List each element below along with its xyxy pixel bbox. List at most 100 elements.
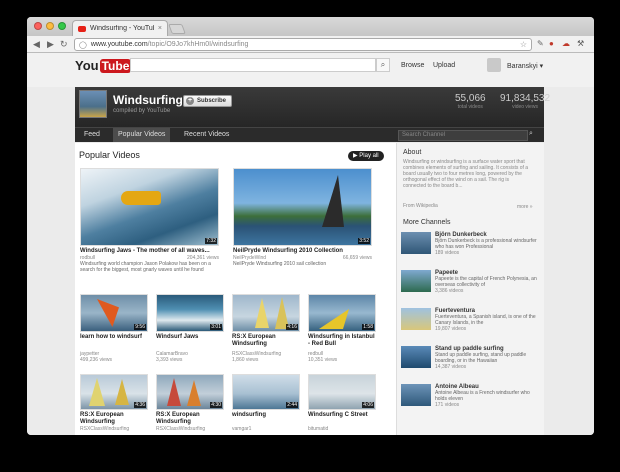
video-title[interactable]: RS:X European Windsurfing (232, 334, 300, 348)
user-menu[interactable]: Baranskyi ▾ (507, 62, 543, 70)
extension-puzzle-icon[interactable]: ✎ (537, 39, 544, 48)
channel-video-count: 14,387 videos (435, 364, 467, 370)
pinterest-icon[interactable]: ● (549, 39, 554, 48)
browse-link[interactable]: Browse (401, 62, 424, 69)
channel-item[interactable]: Björn Dunkerbeck Björn Dunkerbeck is a pr… (401, 232, 541, 266)
bookmark-star-icon[interactable]: ☆ (520, 40, 527, 49)
close-tab-icon[interactable]: × (158, 25, 162, 32)
channel-search-input[interactable]: Search Channel (398, 130, 528, 141)
video-title[interactable]: Windsurfing C Street (308, 412, 376, 419)
tab-recent-videos[interactable]: Recent Videos (179, 128, 234, 142)
wrench-icon[interactable]: ⚒ (577, 39, 584, 48)
tab-popular-videos[interactable]: Popular Videos (113, 128, 171, 142)
upload-link[interactable]: Upload (433, 62, 455, 69)
video-title[interactable]: RS:X European Windsurfing (80, 412, 148, 426)
video-views-stat: 91,834,532 video views (500, 93, 550, 110)
video-thumbnail[interactable]: 7:32 (80, 168, 219, 246)
video-thumbnail[interactable]: 4:06 (308, 374, 376, 410)
cloud-icon[interactable]: ☁ (562, 39, 570, 48)
close-window-button[interactable] (34, 22, 42, 30)
video-thumbnail[interactable]: 4:30 (156, 374, 224, 410)
video-duration: 7:32 (205, 238, 217, 244)
channel-thumbnail[interactable] (401, 384, 431, 406)
maximize-window-button[interactable] (58, 22, 66, 30)
sail-shape (97, 299, 119, 327)
video-duration: 9:56 (134, 324, 146, 330)
sail-shape (319, 309, 349, 329)
channel-item[interactable]: Papeete Papeete is the capital of French … (401, 270, 541, 304)
total-videos-count: 55,066 (455, 93, 486, 104)
video-title[interactable]: Windsurfing in Istanbul - Red Bull (308, 334, 376, 348)
minimize-window-button[interactable] (46, 22, 54, 30)
video-item[interactable]: 1:58 Windsurfing in Istanbul - Red Bull … (308, 294, 376, 363)
subscribe-button[interactable]: + Subscribe (183, 95, 233, 107)
video-thumbnail[interactable]: 2:44 (232, 374, 300, 410)
video-item[interactable]: 4:30 RS:X European Windsurfing RSXClassW… (156, 374, 224, 432)
video-item[interactable]: 2:44 windsurfing vamgar1 (232, 374, 300, 432)
search-button[interactable]: ⌕ (376, 58, 390, 72)
channel-item[interactable]: Stand up paddle surfing Stand up paddle s… (401, 346, 541, 380)
video-description: Windsurfing world champion Jason Polakow… (80, 261, 211, 273)
featured-video-1[interactable]: 7:32 Windsurfing Jaws - The mother of al… (80, 168, 219, 273)
channel-thumbnail[interactable] (401, 346, 431, 368)
video-title[interactable]: Windsurf Jaws (156, 334, 224, 341)
more-link[interactable]: more » (517, 204, 533, 210)
channel-thumbnail[interactable] (401, 308, 431, 330)
channel-name[interactable]: Windsurfing (113, 93, 183, 107)
channel-video-count: 3,386 videos (435, 288, 464, 294)
sail-shape (255, 298, 269, 328)
video-thumbnail[interactable]: 9:56 (80, 294, 148, 332)
play-all-button[interactable]: ▶ Play all (348, 151, 384, 161)
video-channel[interactable]: vamgar1 (232, 426, 300, 432)
logo-tube: Tube (99, 58, 132, 73)
url-path: /topic/O9Jo7khHm0I/windsurfing (147, 41, 249, 48)
page-content: You Tube ⌕ Browse Upload Baranskyi ▾ Win… (27, 53, 594, 435)
channel-description: Fuerteventura, a Spanish island, is one … (435, 314, 536, 326)
video-item[interactable]: 3:01 Windsurf Jaws CalamarBravo 3,393 vi… (156, 294, 224, 363)
video-thumbnail[interactable]: 1:58 (308, 294, 376, 332)
sail-shape (167, 378, 181, 406)
video-item[interactable]: 9:56 learn how to windsurf jaypetter 499… (80, 294, 148, 363)
video-thumbnail[interactable]: 4:36 (80, 374, 148, 410)
helicopter-shape (121, 191, 161, 205)
sail-shape (89, 378, 105, 406)
video-item[interactable]: 4:16 RS:X European Windsurfing RSXClassW… (232, 294, 300, 363)
video-item[interactable]: 4:06 Windsurfing C Street bitumatid (308, 374, 376, 432)
browser-tab[interactable]: Windsurfing - YouTube × (72, 20, 168, 36)
channel-thumbnail[interactable] (401, 232, 431, 254)
channel-description: Stand up paddle surfing, stand up paddle… (435, 352, 527, 364)
subscribe-label: Subscribe (197, 98, 227, 104)
address-bar[interactable]: ◯ www.youtube.com/topic/O9Jo7khHm0I/wind… (74, 38, 532, 51)
forward-arrow-icon[interactable]: ▶ (47, 39, 54, 50)
video-title[interactable]: Windsurfing Jaws - The mother of all wav… (80, 248, 219, 255)
video-thumbnail[interactable]: 3:52 (233, 168, 372, 246)
video-title[interactable]: windsurfing (232, 412, 300, 419)
page-icon: ◯ (79, 41, 87, 49)
channel-thumbnail[interactable] (401, 270, 431, 292)
more-channels-title: More Channels (403, 219, 451, 226)
video-title[interactable]: NeilPryde Windsurfing 2010 Collection (233, 248, 372, 255)
featured-video-2[interactable]: 3:52 NeilPryde Windsurfing 2010 Collecti… (233, 168, 372, 267)
video-channel[interactable]: RSXClassWindsurfing (156, 426, 224, 432)
search-input[interactable] (130, 58, 376, 72)
reload-icon[interactable]: ↻ (60, 39, 68, 50)
back-arrow-icon[interactable]: ◀ (33, 39, 40, 50)
video-item[interactable]: 4:36 RS:X European Windsurfing RSXClassW… (80, 374, 148, 432)
youtube-logo[interactable]: You Tube (75, 58, 132, 73)
video-thumbnail[interactable]: 3:01 (156, 294, 224, 332)
channel-search-icon[interactable]: ⌕ (529, 130, 533, 138)
video-channel[interactable]: RSXClassWindsurfing (80, 426, 148, 432)
video-title[interactable]: RS:X European Windsurfing (156, 412, 224, 426)
new-tab-button[interactable] (168, 24, 186, 34)
channel-description: Björn Dunkerbeck is a professional winds… (435, 238, 537, 250)
video-channel[interactable]: bitumatid (308, 426, 376, 432)
channel-item[interactable]: Fuerteventura Fuerteventura, a Spanish is… (401, 308, 541, 342)
channel-item[interactable]: Antoine Albeau Antoine Albeau is a French… (401, 384, 541, 418)
video-thumbnail[interactable]: 4:16 (232, 294, 300, 332)
video-title[interactable]: learn how to windsurf (80, 334, 148, 341)
wikipedia-source[interactable]: From Wikipedia (403, 203, 438, 209)
tab-feed[interactable]: Feed (79, 128, 105, 142)
avatar[interactable] (487, 58, 501, 72)
tab-title: Windsurfing - YouTube (90, 25, 154, 32)
youtube-header: You Tube ⌕ Browse Upload Baranskyi ▾ (27, 53, 594, 87)
